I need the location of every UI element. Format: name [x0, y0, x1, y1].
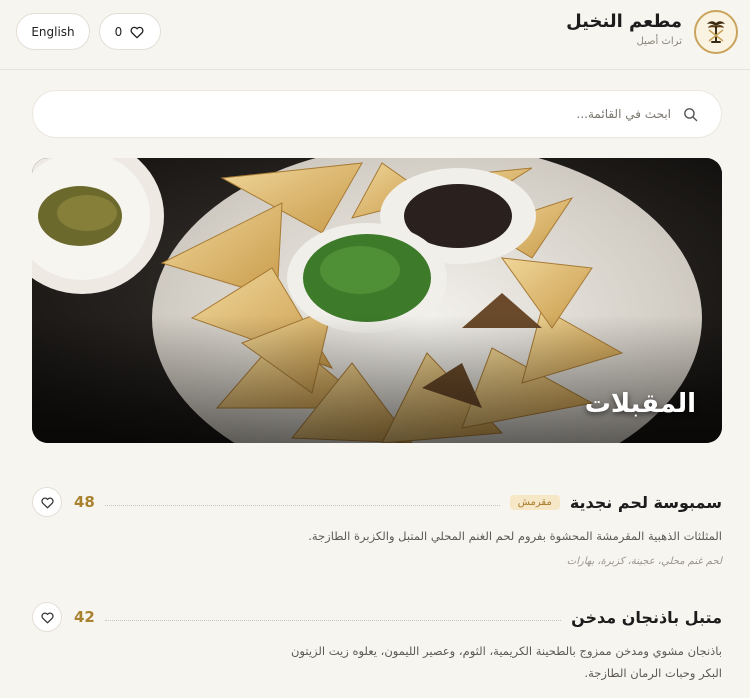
restaurant-name: مطعم النخيل [566, 11, 682, 32]
like-button[interactable] [32, 487, 62, 517]
heart-icon [130, 26, 144, 38]
top-bar: English 0 مطعم النخيل تراث أصيل [0, 0, 750, 70]
heart-icon [40, 497, 54, 508]
menu-item[interactable]: سمبوسة لحم نجدية مقرمش 48 المثلثات الذهب… [32, 485, 722, 567]
category-title: المقبلات [584, 389, 696, 419]
leader-dots [104, 619, 562, 621]
restaurant-tagline: تراث أصيل [636, 36, 682, 47]
leader-dots [104, 504, 500, 506]
item-name: سمبوسة لحم نجدية [569, 492, 722, 512]
heart-icon [40, 612, 54, 623]
search-bar [32, 90, 722, 138]
category-hero[interactable]: المقبلات [32, 158, 722, 443]
menu-item[interactable]: متبل باذنجان مدخن 42 باذنجان مشوي ومدخن … [32, 600, 722, 684]
brand: مطعم النخيل تراث أصيل [566, 10, 682, 47]
item-description-line: باذنجان مشوي ومدخن ممزوج بالطحينة الكريم… [290, 644, 722, 658]
item-price: 42 [74, 608, 95, 626]
item-badge: مقرمش [509, 494, 560, 510]
favorites-button[interactable]: 0 [99, 13, 161, 50]
palm-crossed-utensils-icon [707, 21, 725, 43]
restaurant-logo[interactable] [694, 10, 738, 54]
item-description: باذنجان مشوي ومدخن ممزوج بالطحينة الكريم… [32, 640, 722, 684]
search-icon [684, 108, 698, 122]
like-button[interactable] [32, 602, 62, 632]
item-price: 48 [74, 493, 95, 511]
language-label: English [31, 24, 75, 39]
favorites-count: 0 [114, 24, 123, 39]
item-description: المثلثات الذهبية المقرمشة المحشوة بفروم … [308, 529, 722, 543]
item-name: متبل باذنجان مدخن [571, 607, 722, 627]
search-input[interactable] [53, 91, 671, 137]
item-ingredients: لحم غنم محلي، عجينة، كزبرة، بهارات [566, 556, 722, 567]
item-description-line: البكر وحبات الرمان الطازجة. [584, 666, 722, 680]
language-toggle-button[interactable]: English [16, 13, 90, 50]
